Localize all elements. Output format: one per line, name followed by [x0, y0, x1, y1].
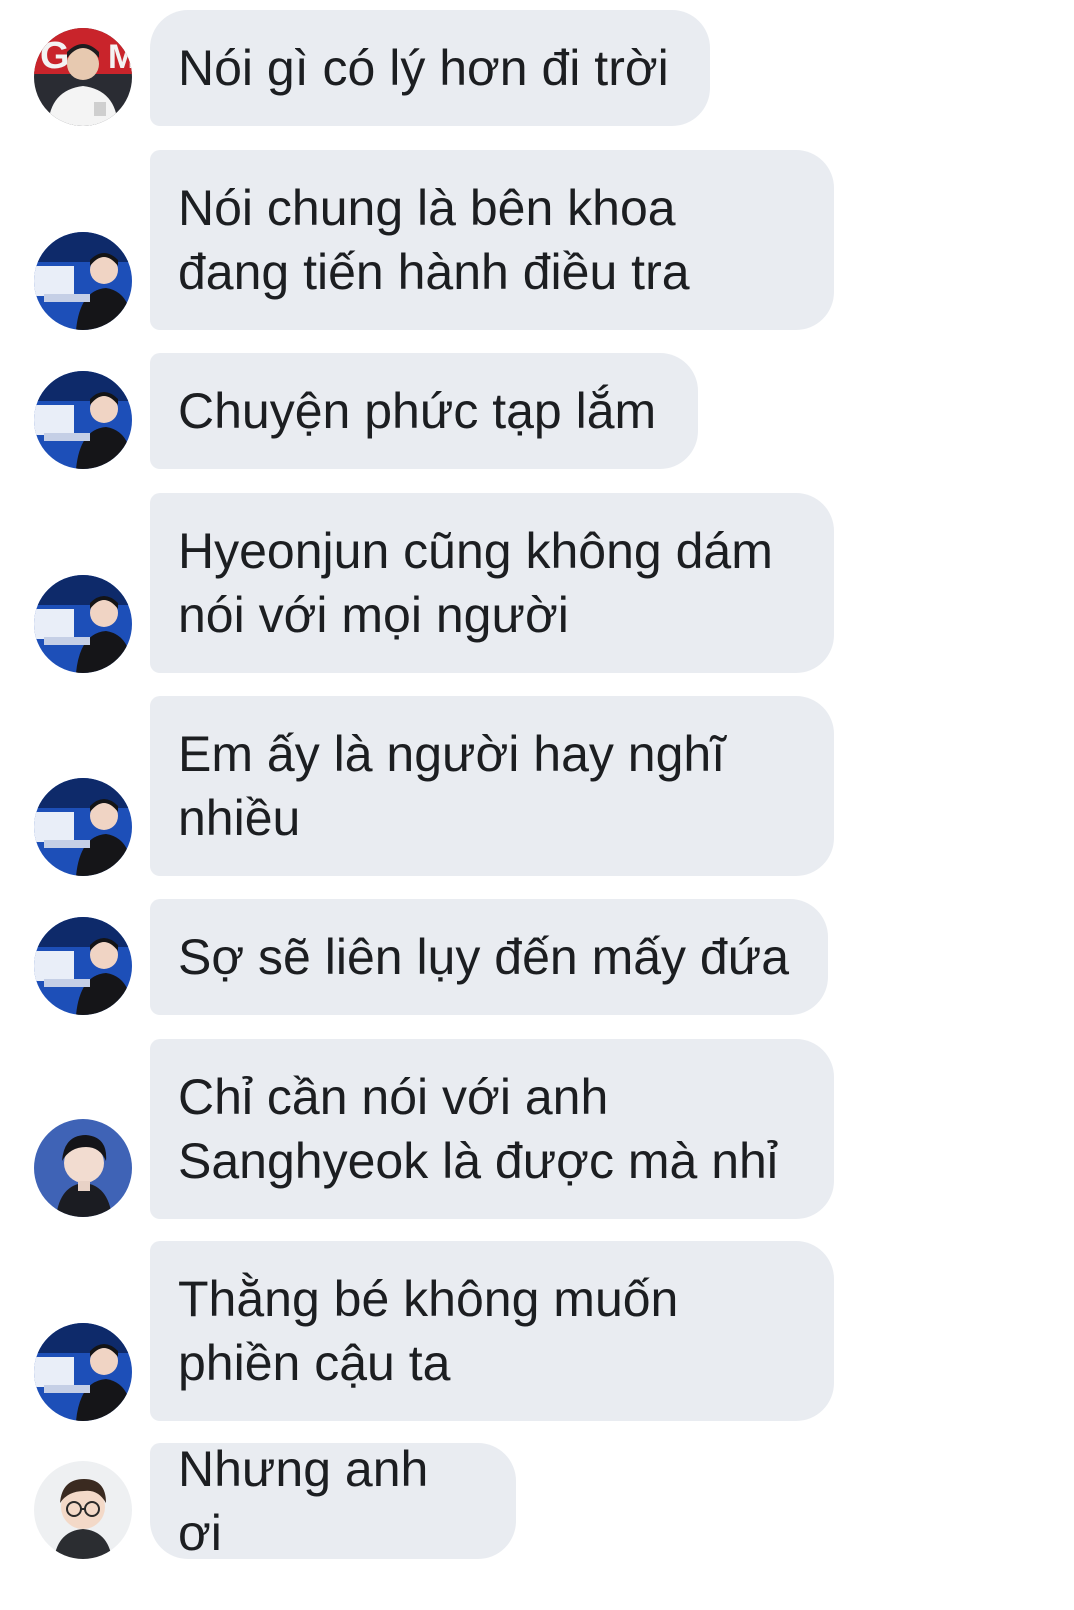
message-text: Chuyện phức tạp lắm	[178, 383, 657, 439]
message-bubble[interactable]: Em ấy là người hay nghĩ nhiều	[150, 696, 834, 876]
sender-avatar[interactable]	[34, 1119, 132, 1217]
message-text: Nhưng anh ơi	[178, 1441, 429, 1561]
message-text: Hyeonjun cũng không dám nói với mọi ngườ…	[178, 523, 773, 643]
message-text: Thằng bé không muốn phiền cậu ta	[178, 1271, 679, 1391]
message-text: Chỉ cần nói với anh Sanghyeok là được mà…	[178, 1069, 778, 1189]
avatar-blue-stage-icon	[34, 778, 132, 876]
avatar-blue-stage-icon	[34, 1323, 132, 1421]
message-bubble[interactable]: Nói gì có lý hơn đi trời	[150, 10, 710, 126]
avatar-blue-stage-icon	[34, 232, 132, 330]
message-bubble[interactable]: Chỉ cần nói với anh Sanghyeok là được mà…	[150, 1039, 834, 1219]
sender-avatar[interactable]	[34, 1461, 132, 1559]
message-bubble[interactable]: Nhưng anh ơi	[150, 1441, 516, 1561]
message-bubble[interactable]: Hyeonjun cũng không dám nói với mọi ngườ…	[150, 493, 834, 673]
message-bubble[interactable]: Sợ sẽ liên lụy đến mấy đứa	[150, 899, 828, 1015]
sender-avatar[interactable]	[34, 232, 132, 330]
message-text: Em ấy là người hay nghĩ nhiều	[178, 726, 726, 846]
message-bubble[interactable]: Chuyện phức tạp lắm	[150, 353, 698, 469]
sender-avatar[interactable]	[34, 917, 132, 1015]
avatar-stage-logo-icon: G M	[34, 28, 132, 126]
avatar-blue-stage-icon	[34, 917, 132, 1015]
sender-avatar[interactable]	[34, 575, 132, 673]
message-text: Nói chung là bên khoa đang tiến hành điề…	[178, 180, 690, 300]
message-thread: G M Nói gì có lý hơn đi trời Nói chung l…	[0, 0, 1074, 1610]
sender-avatar[interactable]	[34, 778, 132, 876]
sender-avatar[interactable]: G M	[34, 28, 132, 126]
sender-avatar[interactable]	[34, 371, 132, 469]
svg-text:G: G	[40, 35, 70, 77]
message-text: Nói gì có lý hơn đi trời	[178, 40, 669, 96]
message-bubble[interactable]: Thằng bé không muốn phiền cậu ta	[150, 1241, 834, 1421]
message-bubble[interactable]: Nói chung là bên khoa đang tiến hành điề…	[150, 150, 834, 330]
svg-text:M: M	[108, 38, 132, 76]
avatar-blue-stage-icon	[34, 575, 132, 673]
avatar-portrait-blue-icon	[34, 1119, 132, 1217]
avatar-glasses-icon	[34, 1461, 132, 1559]
message-text: Sợ sẽ liên lụy đến mấy đứa	[178, 929, 790, 985]
sender-avatar[interactable]	[34, 1323, 132, 1421]
avatar-blue-stage-icon	[34, 371, 132, 469]
